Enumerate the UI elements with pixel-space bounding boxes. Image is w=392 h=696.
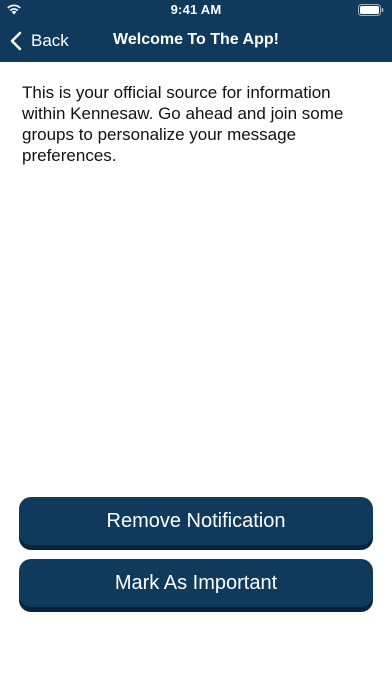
mark-as-important-button[interactable]: Mark As Important — [19, 559, 373, 607]
top-bar: 9:41 AM Back Welcome To The App! — [0, 0, 392, 62]
status-time: 9:41 AM — [170, 2, 222, 17]
nav-bar: Back Welcome To The App! — [0, 22, 392, 62]
status-bar: 9:41 AM — [0, 0, 392, 22]
page-title: Welcome To The App! — [113, 31, 279, 48]
remove-notification-button[interactable]: Remove Notification — [19, 497, 373, 545]
message-body: This is your official source for informa… — [22, 83, 344, 165]
battery-icon — [358, 4, 384, 16]
